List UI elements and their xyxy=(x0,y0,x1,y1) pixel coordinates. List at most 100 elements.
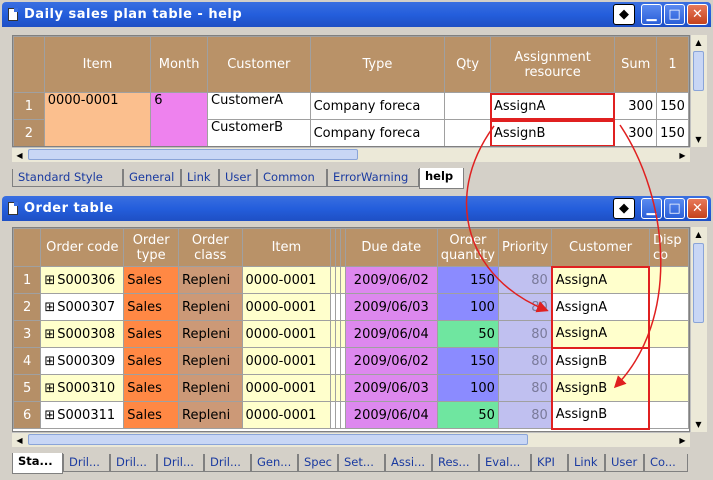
order-tab-3[interactable]: Dril... xyxy=(157,454,204,472)
order-row[interactable]: 2 ⊞ S000307 Sales Repleni 0000-0001 2009/06/03… xyxy=(13,293,689,321)
disp-co-cell[interactable] xyxy=(648,293,689,321)
minimize-button[interactable]: ▁ xyxy=(641,198,662,219)
due-date-cell[interactable]: 2009/06/03 xyxy=(344,293,438,321)
order-row[interactable]: 3 ⊞ S000308 Sales Repleni 0000-0001 2009/06/04… xyxy=(13,320,689,349)
scroll-left-icon[interactable]: ◀ xyxy=(12,433,27,448)
disp-co-cell[interactable] xyxy=(648,320,689,348)
customer-cell[interactable]: AssignB xyxy=(550,401,651,430)
item-cell[interactable]: 0000-0001 xyxy=(241,266,332,294)
order-class-cell[interactable]: Repleni xyxy=(178,347,243,375)
order-code-cell[interactable]: ⊞ S000306 xyxy=(40,266,125,294)
col-header-order-quantity[interactable]: Order quantity xyxy=(436,228,499,267)
customer-cell[interactable]: AssignB xyxy=(550,374,651,402)
item-cell[interactable]: 0000-0001 xyxy=(241,320,332,348)
order-quantity-cell[interactable]: 100 xyxy=(436,293,499,321)
due-date-cell[interactable]: 2009/06/02 xyxy=(344,347,438,375)
order-code-cell[interactable]: ⊞ S000310 xyxy=(40,374,125,402)
order-row[interactable]: 4 ⊞ S000309 Sales Repleni 0000-0001 2009/06/02… xyxy=(13,346,689,375)
customer-cell[interactable]: AssignA xyxy=(550,320,651,349)
order-tab-10[interactable]: Eval... xyxy=(479,454,531,472)
order-tab-1[interactable]: Dril... xyxy=(63,454,110,472)
order-code-cell[interactable]: ⊞ S000311 xyxy=(40,401,125,429)
col-header-disp-co[interactable]: Disp co xyxy=(648,228,689,267)
row-number[interactable]: 2 xyxy=(13,293,42,321)
priority-cell[interactable]: 80 xyxy=(497,401,553,429)
due-date-cell[interactable]: 2009/06/03 xyxy=(344,374,438,402)
order-tab-6[interactable]: Spec xyxy=(298,454,338,472)
col-header-due-date[interactable]: Due date xyxy=(344,228,438,267)
order-code-cell[interactable]: ⊞ S000308 xyxy=(40,320,125,348)
order-tab-7[interactable]: Set... xyxy=(338,454,385,472)
priority-cell[interactable]: 80 xyxy=(497,347,553,375)
priority-cell[interactable]: 80 xyxy=(497,320,553,348)
disp-co-cell[interactable] xyxy=(648,266,689,294)
col-header-item[interactable]: Item xyxy=(241,228,332,267)
row-number[interactable]: 5 xyxy=(13,374,42,402)
order-tab-0[interactable]: Sta... xyxy=(12,453,63,474)
order-tab-2[interactable]: Dril... xyxy=(110,454,157,472)
col-header-order-code[interactable]: Order code xyxy=(40,228,125,267)
order-type-cell[interactable]: Sales xyxy=(123,293,180,321)
order-row[interactable]: 5 ⊞ S000310 Sales Repleni 0000-0001 2009/06/03… xyxy=(13,374,689,402)
order-tab-9[interactable]: Res... xyxy=(432,454,479,472)
expand-icon[interactable]: ⊞ xyxy=(44,408,55,423)
item-cell[interactable]: 0000-0001 xyxy=(241,374,332,402)
order-type-cell[interactable]: Sales xyxy=(123,266,180,294)
scroll-right-icon[interactable]: ▶ xyxy=(675,433,690,448)
diamond-icon[interactable]: ◆ xyxy=(613,198,635,219)
order-type-cell[interactable]: Sales xyxy=(123,374,180,402)
expand-icon[interactable]: ⊞ xyxy=(44,300,55,315)
order-tab-14[interactable]: Co... xyxy=(644,454,688,472)
due-date-cell[interactable]: 2009/06/04 xyxy=(344,401,438,429)
expand-icon[interactable]: ⊞ xyxy=(44,273,55,288)
order-type-cell[interactable]: Sales xyxy=(123,320,180,348)
order-type-cell[interactable]: Sales xyxy=(123,347,180,375)
order-row[interactable]: 1 ⊞ S000306 Sales Repleni 0000-0001 2009/06/02… xyxy=(13,265,689,294)
priority-cell[interactable]: 80 xyxy=(497,374,553,402)
col-header-order-class[interactable]: Order class xyxy=(178,228,243,267)
order-quantity-cell[interactable]: 50 xyxy=(436,320,499,348)
order-tab-8[interactable]: Assi... xyxy=(385,454,432,472)
customer-cell[interactable]: AssignB xyxy=(550,346,651,375)
order-class-cell[interactable]: Repleni xyxy=(178,320,243,348)
priority-cell[interactable]: 80 xyxy=(497,266,553,294)
order-tab-11[interactable]: KPI xyxy=(531,454,568,472)
row-number[interactable]: 3 xyxy=(13,320,42,348)
col-header-order-type[interactable]: Order type xyxy=(123,228,180,267)
order-title-bar[interactable]: Order table ◆ ▁ □ ✕ xyxy=(2,196,711,221)
item-cell[interactable]: 0000-0001 xyxy=(241,293,332,321)
order-class-cell[interactable]: Repleni xyxy=(178,266,243,294)
customer-cell[interactable]: AssignA xyxy=(550,265,651,294)
row-number[interactable]: 1 xyxy=(13,266,42,294)
row-number[interactable]: 6 xyxy=(13,401,42,429)
col-header-priority[interactable]: Priority xyxy=(497,228,553,267)
customer-cell[interactable]: AssignA xyxy=(550,293,651,321)
expand-icon[interactable]: ⊞ xyxy=(44,381,55,396)
order-type-cell[interactable]: Sales xyxy=(123,401,180,429)
disp-co-cell[interactable] xyxy=(648,347,689,375)
order-code-cell[interactable]: ⊞ S000309 xyxy=(40,347,125,375)
order-class-cell[interactable]: Repleni xyxy=(178,401,243,429)
expand-icon[interactable]: ⊞ xyxy=(44,327,55,342)
row-number[interactable]: 4 xyxy=(13,347,42,375)
item-cell[interactable]: 0000-0001 xyxy=(241,401,332,429)
col-header-customer[interactable]: Customer xyxy=(551,228,650,267)
order-quantity-cell[interactable]: 150 xyxy=(436,266,499,294)
order-horizontal-scrollbar[interactable]: ◀ ▶ xyxy=(12,432,690,447)
disp-co-cell[interactable] xyxy=(648,401,689,429)
expand-icon[interactable]: ⊞ xyxy=(44,354,55,369)
order-quantity-cell[interactable]: 100 xyxy=(436,374,499,402)
close-button[interactable]: ✕ xyxy=(687,198,708,219)
due-date-cell[interactable]: 2009/06/04 xyxy=(344,320,438,348)
order-code-cell[interactable]: ⊞ S000307 xyxy=(40,293,125,321)
scroll-thumb[interactable] xyxy=(28,434,528,445)
order-tab-4[interactable]: Dril... xyxy=(204,454,251,472)
order-tab-5[interactable]: Gen... xyxy=(251,454,298,472)
order-class-cell[interactable]: Repleni xyxy=(178,374,243,402)
due-date-cell[interactable]: 2009/06/02 xyxy=(344,266,438,294)
priority-cell[interactable]: 80 xyxy=(497,293,553,321)
order-quantity-cell[interactable]: 50 xyxy=(436,401,499,429)
scroll-up-icon[interactable]: ▲ xyxy=(691,227,706,242)
order-tab-13[interactable]: User xyxy=(605,454,644,472)
order-quantity-cell[interactable]: 150 xyxy=(436,347,499,375)
